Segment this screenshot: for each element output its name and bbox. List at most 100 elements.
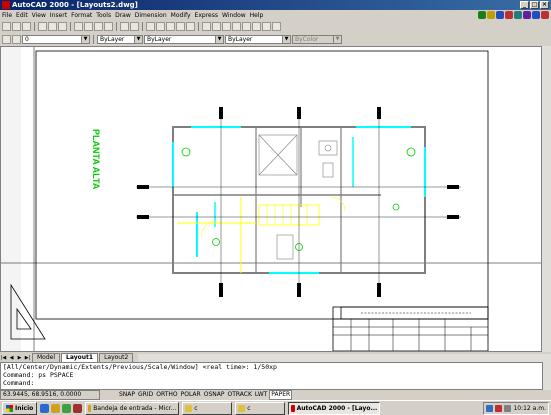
help-tool-icon[interactable] (272, 21, 281, 31)
object-snap-icon[interactable] (156, 21, 165, 31)
properties-tool-icon[interactable] (252, 21, 261, 31)
otrack-toggle[interactable]: OTRACK (226, 391, 252, 399)
command-scrollbar[interactable] (543, 362, 551, 390)
help-icon[interactable] (505, 11, 513, 19)
first-tab-icon[interactable]: |◀ (0, 354, 7, 362)
quick-launch (40, 403, 83, 413)
new-icon[interactable] (2, 21, 11, 31)
lwt-toggle[interactable]: LWT (254, 391, 268, 399)
menu-format[interactable]: Format (69, 12, 94, 19)
tab-model[interactable]: Model (32, 353, 61, 362)
layer-dropdown[interactable]: 0 ▼ (22, 34, 90, 44)
pan-icon[interactable] (487, 11, 495, 19)
channels-icon[interactable] (73, 403, 83, 413)
autocad-app-icon[interactable] (2, 1, 10, 9)
menu-window[interactable]: Window (220, 12, 248, 19)
horizontal-scrollbar[interactable] (138, 354, 551, 362)
redraw-icon[interactable] (186, 21, 195, 31)
layers-tool-icon[interactable] (12, 34, 21, 44)
close-button[interactable]: × (540, 1, 549, 9)
spell-icon[interactable] (58, 21, 67, 31)
menu-express[interactable]: Express (193, 12, 220, 19)
polar-toggle[interactable]: POLAR (180, 391, 202, 399)
window-title: AutoCAD 2000 - [Layouts2.dwg] (12, 1, 138, 9)
menu-dimension[interactable]: Dimension (133, 12, 169, 19)
snap-toggle[interactable]: SNAP (118, 391, 136, 399)
taskbar-item-inbox[interactable]: Bandeja de entrada - Micr... (85, 401, 180, 415)
save-icon[interactable] (22, 21, 31, 31)
show-desktop-icon[interactable] (62, 403, 72, 413)
layout-tabs: |◀ ◀ ▶ ▶| Model Layout1 Layout2 (0, 352, 551, 362)
zoom-window-icon[interactable] (222, 21, 231, 31)
taskbar-item-label: AutoCAD 2000 - [Layo... (296, 404, 378, 412)
osnap-toggle[interactable]: OSNAP (203, 391, 226, 399)
command-history-line: [All/Center/Dynamic/Extents/Previous/Sca… (3, 363, 277, 371)
design-center-icon[interactable] (523, 11, 531, 19)
match-properties-icon[interactable] (104, 21, 113, 31)
linetype-dropdown[interactable]: ByLayer ▼ (144, 34, 224, 44)
open-icon[interactable] (12, 21, 21, 31)
folder-icon (185, 404, 193, 412)
menu-view[interactable]: View (30, 12, 48, 19)
properties-icon[interactable] (496, 11, 504, 19)
outlook-express-icon[interactable] (51, 403, 61, 413)
copy-icon[interactable] (84, 21, 93, 31)
layers-icon[interactable] (532, 11, 540, 19)
paper-space-layout: PLANTA ALTA (1, 47, 541, 351)
drawing-canvas[interactable]: PLANTA ALTA (0, 46, 542, 352)
menu-tools[interactable]: Tools (94, 12, 113, 19)
menu-edit[interactable]: Edit (14, 12, 30, 19)
zoom-realtime-tool-icon[interactable] (212, 21, 221, 31)
zoom-previous-icon[interactable] (232, 21, 241, 31)
menu-insert[interactable]: Insert (48, 12, 69, 19)
color-dropdown[interactable]: ByLayer ▼ (97, 34, 143, 44)
command-window[interactable]: [All/Center/Dynamic/Extents/Previous/Sca… (0, 362, 543, 390)
print-icon[interactable] (38, 21, 47, 31)
ucs-icon[interactable] (166, 21, 175, 31)
clock: 10:12 a.m. (513, 404, 546, 412)
volume-icon[interactable] (504, 404, 512, 412)
zoom-realtime-icon[interactable] (478, 11, 486, 19)
undo-icon[interactable] (120, 21, 129, 31)
system-tray: 10:12 a.m. (483, 401, 549, 415)
taskbar-item-c1[interactable]: c (182, 401, 233, 415)
menu-bar: File Edit View Insert Format Tools Draw … (0, 10, 551, 20)
adcenter-icon[interactable] (262, 21, 271, 31)
prev-tab-icon[interactable]: ◀ (8, 354, 15, 362)
ortho-toggle[interactable]: ORTHO (155, 391, 178, 399)
internet-explorer-icon[interactable] (40, 403, 50, 413)
autocad-icon (291, 404, 295, 412)
menu-modify[interactable]: Modify (169, 12, 193, 19)
distance-icon[interactable] (176, 21, 185, 31)
next-tab-icon[interactable]: ▶ (16, 354, 23, 362)
taskbar-item-autocad[interactable]: AutoCAD 2000 - [Layo... (288, 401, 381, 415)
antivirus-icon[interactable] (495, 404, 503, 412)
cut-icon[interactable] (74, 21, 83, 31)
aerial-view-icon[interactable] (242, 21, 251, 31)
hyperlink-icon[interactable] (146, 21, 155, 31)
minimize-button[interactable]: _ (520, 1, 529, 9)
command-prompt[interactable]: Command: (3, 379, 542, 387)
paper-toggle[interactable]: PAPER (269, 390, 293, 400)
print-preview-icon[interactable] (48, 21, 57, 31)
menu-file[interactable]: File (0, 12, 14, 19)
maximize-button[interactable]: □ (530, 1, 539, 9)
vertical-scrollbar[interactable] (542, 46, 551, 352)
menu-help[interactable]: Help (248, 12, 266, 19)
last-tab-icon[interactable]: ▶| (24, 354, 31, 362)
browser-icon[interactable] (514, 11, 522, 19)
make-object-layer-current-icon[interactable] (2, 34, 11, 44)
pan-realtime-icon[interactable] (202, 21, 211, 31)
stop-icon[interactable] (541, 11, 549, 19)
network-icon[interactable] (486, 404, 494, 412)
coordinates-display[interactable]: 63.9445, 68.9516, 0.0000 (0, 390, 100, 400)
tab-layout1[interactable]: Layout1 (61, 353, 99, 362)
taskbar-item-c2[interactable]: c (235, 401, 286, 415)
tab-layout2[interactable]: Layout2 (99, 353, 134, 362)
paste-icon[interactable] (94, 21, 103, 31)
menu-draw[interactable]: Draw (113, 12, 133, 19)
start-button[interactable]: Inicio (2, 401, 38, 415)
lineweight-dropdown[interactable]: ByLayer ▼ (225, 34, 291, 44)
redo-icon[interactable] (130, 21, 139, 31)
grid-toggle[interactable]: GRID (137, 391, 154, 399)
